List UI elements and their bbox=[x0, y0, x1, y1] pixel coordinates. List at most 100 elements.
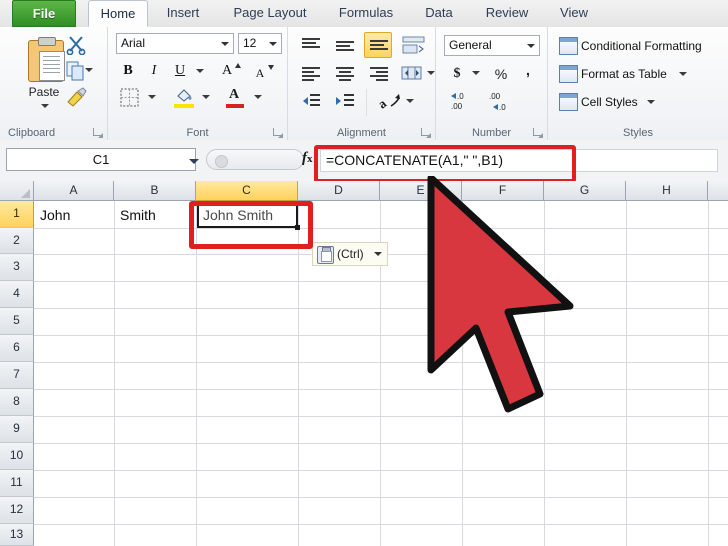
name-box-chevron-down-icon[interactable] bbox=[189, 159, 199, 164]
bold-button[interactable]: B bbox=[116, 59, 138, 81]
font-color-button[interactable]: A bbox=[222, 85, 248, 109]
cell-styles-button[interactable]: Cell Styles bbox=[554, 89, 684, 113]
conditional-formatting-button[interactable]: Conditional Formatting bbox=[554, 33, 726, 57]
row-header-13[interactable]: 13 bbox=[0, 524, 34, 546]
expand-formula-bar-icon bbox=[215, 155, 228, 168]
increase-decimal-button[interactable]: .0 .00 bbox=[446, 89, 476, 113]
row-header-7[interactable]: 7 bbox=[0, 362, 34, 389]
font-dialog-launcher-icon[interactable] bbox=[272, 127, 283, 138]
row-header-11[interactable]: 11 bbox=[0, 470, 34, 497]
font-color-chevron-down-icon[interactable] bbox=[254, 95, 262, 99]
font-size-combo[interactable]: 12 bbox=[238, 33, 282, 54]
merge-and-center-button[interactable] bbox=[398, 61, 426, 85]
align-center-button[interactable] bbox=[330, 61, 358, 85]
fill-color-icon bbox=[177, 89, 192, 102]
underline-button[interactable]: U bbox=[168, 59, 190, 81]
column-header-d[interactable]: D bbox=[298, 181, 380, 201]
row-header-12[interactable]: 12 bbox=[0, 497, 34, 524]
tab-formulas[interactable]: Formulas bbox=[330, 0, 402, 27]
align-right-button[interactable] bbox=[364, 61, 392, 85]
percent-format-button[interactable]: % bbox=[488, 61, 512, 85]
decrease-decimal-button[interactable]: .00 .0 bbox=[482, 89, 512, 113]
number-dialog-launcher-icon[interactable] bbox=[532, 127, 543, 138]
accounting-chevron-down-icon[interactable] bbox=[472, 71, 480, 75]
column-header-b[interactable]: B bbox=[114, 181, 196, 201]
tab-data-label: Data bbox=[425, 5, 453, 20]
row-header-6[interactable]: 6 bbox=[0, 335, 34, 362]
orientation-button[interactable]: a bbox=[376, 89, 404, 113]
row-header-1[interactable]: 1 bbox=[0, 201, 34, 228]
column-header-f[interactable]: F bbox=[462, 181, 544, 201]
accounting-format-button[interactable]: $ bbox=[444, 61, 468, 85]
tab-home[interactable]: Home bbox=[88, 0, 148, 27]
borders-icon bbox=[120, 88, 139, 107]
italic-icon: I bbox=[151, 63, 157, 78]
align-middle-button[interactable] bbox=[330, 33, 358, 57]
cut-button[interactable] bbox=[62, 33, 88, 55]
alignment-dialog-launcher-icon[interactable] bbox=[420, 127, 431, 138]
increase-indent-button[interactable] bbox=[330, 89, 358, 113]
align-bottom-button[interactable] bbox=[364, 32, 392, 58]
increase-font-size-button[interactable]: A bbox=[216, 59, 242, 81]
decrease-font-size-button[interactable]: A bbox=[250, 59, 276, 81]
tab-file[interactable]: File bbox=[12, 0, 76, 27]
tab-view[interactable]: View bbox=[550, 0, 598, 27]
row-header-8[interactable]: 8 bbox=[0, 389, 34, 416]
fill-color-button[interactable] bbox=[170, 85, 196, 109]
formula-input[interactable]: =CONCATENATE(A1," ",B1) bbox=[320, 149, 718, 172]
format-as-table-button[interactable]: Format as Table bbox=[554, 61, 704, 85]
cell-a1[interactable]: John bbox=[40, 202, 70, 228]
italic-button[interactable]: I bbox=[142, 59, 164, 81]
ribbon: Paste Clipboard Arial 12 B I U A A A Fon… bbox=[0, 27, 728, 141]
font-name-combo[interactable]: Arial bbox=[116, 33, 234, 54]
fill-color-chevron-down-icon[interactable] bbox=[202, 95, 210, 99]
insert-function-icon[interactable]: fx bbox=[302, 150, 313, 167]
column-header-c[interactable]: C bbox=[196, 181, 298, 201]
number-format-combo[interactable]: General bbox=[444, 35, 540, 56]
fill-handle[interactable] bbox=[295, 225, 300, 230]
column-header-a[interactable]: A bbox=[34, 181, 114, 201]
decrease-indent-button[interactable] bbox=[296, 89, 324, 113]
row-header-9[interactable]: 9 bbox=[0, 416, 34, 443]
chevron-down-icon bbox=[221, 42, 229, 46]
conditional-formatting-icon bbox=[559, 37, 578, 55]
row-header-3[interactable]: 3 bbox=[0, 254, 34, 281]
row-header-5[interactable]: 5 bbox=[0, 308, 34, 335]
row-header-10[interactable]: 10 bbox=[0, 443, 34, 470]
name-box[interactable]: C1 bbox=[6, 148, 196, 171]
column-header-g[interactable]: G bbox=[544, 181, 626, 201]
orientation-chevron-down-icon[interactable] bbox=[406, 99, 414, 103]
column-header-e[interactable]: E bbox=[380, 181, 462, 201]
merge-chevron-down-icon[interactable] bbox=[427, 71, 435, 75]
clipboard-dialog-launcher-icon[interactable] bbox=[92, 127, 103, 138]
tab-data[interactable]: Data bbox=[414, 0, 464, 27]
copy-button[interactable] bbox=[62, 59, 96, 81]
chevron-down-icon bbox=[679, 72, 687, 76]
select-all-corner[interactable] bbox=[0, 181, 34, 201]
formula-bar-expand-button[interactable] bbox=[206, 149, 304, 170]
tab-formulas-label: Formulas bbox=[338, 5, 394, 20]
tab-page-layout[interactable]: Page Layout bbox=[222, 0, 318, 27]
cell-styles-icon bbox=[559, 93, 578, 111]
underline-chevron-down-icon[interactable] bbox=[196, 69, 204, 73]
align-top-button[interactable] bbox=[296, 33, 324, 57]
tab-insert[interactable]: Insert bbox=[155, 0, 211, 27]
column-header-partial[interactable] bbox=[708, 181, 728, 201]
borders-chevron-down-icon[interactable] bbox=[148, 95, 156, 99]
cell-c1[interactable]: John Smith bbox=[197, 201, 298, 228]
tab-review[interactable]: Review bbox=[476, 0, 538, 27]
format-painter-button[interactable] bbox=[62, 84, 92, 108]
comma-style-button[interactable]: , bbox=[516, 61, 538, 85]
paste-options-button[interactable]: (Ctrl) bbox=[312, 242, 388, 266]
align-left-button[interactable] bbox=[296, 61, 324, 85]
svg-text:.00: .00 bbox=[489, 92, 501, 101]
column-header-h[interactable]: H bbox=[626, 181, 708, 201]
svg-text:.00: .00 bbox=[451, 102, 463, 111]
ribbon-tab-bar: File Home Insert Page Layout Formulas Da… bbox=[0, 0, 728, 28]
tab-insert-label: Insert bbox=[166, 5, 200, 20]
row-header-4[interactable]: 4 bbox=[0, 281, 34, 308]
row-header-2[interactable]: 2 bbox=[0, 228, 34, 254]
borders-button[interactable] bbox=[116, 85, 142, 109]
wrap-text-button[interactable] bbox=[398, 33, 428, 57]
cell-b1[interactable]: Smith bbox=[120, 202, 156, 228]
